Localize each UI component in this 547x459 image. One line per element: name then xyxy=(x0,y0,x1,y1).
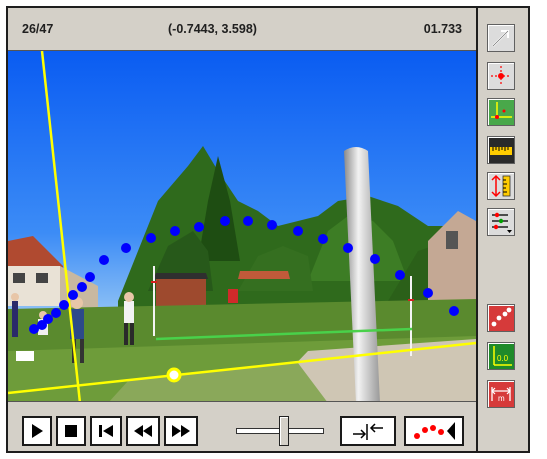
zero-point-tool-button[interactable]: 0.0 xyxy=(487,342,515,370)
list-options-icon xyxy=(492,212,512,233)
frame-counter: 26/47 xyxy=(22,22,54,36)
trajectory-point[interactable] xyxy=(423,288,433,298)
coordinate-axes-tool-button[interactable] xyxy=(487,98,515,126)
distance-icon: m xyxy=(491,387,511,403)
playback-controls xyxy=(8,402,476,451)
trajectory-tool-button[interactable] xyxy=(487,304,515,332)
play-button[interactable] xyxy=(22,416,52,446)
trajectory-point[interactable] xyxy=(77,282,87,292)
rewind-button[interactable] xyxy=(126,416,160,446)
trajectory-point[interactable] xyxy=(68,290,78,300)
ruler-tool-button[interactable] xyxy=(487,136,515,164)
scale-length-tool-button[interactable] xyxy=(487,172,515,200)
distance-tool-button[interactable]: m xyxy=(487,380,515,408)
trajectory-point[interactable] xyxy=(449,306,459,316)
trajectory-point[interactable] xyxy=(194,222,204,232)
trajectory-point[interactable] xyxy=(267,220,277,230)
stop-button[interactable] xyxy=(56,416,86,446)
trajectory-point[interactable] xyxy=(99,255,109,265)
trajectory-point[interactable] xyxy=(146,233,156,243)
list-options-tool-button[interactable] xyxy=(487,208,515,236)
trajectory-point[interactable] xyxy=(85,272,95,282)
trajectory-point[interactable] xyxy=(318,234,328,244)
fast-forward-icon xyxy=(172,425,190,437)
video-frame[interactable] xyxy=(8,50,476,402)
trajectory-point[interactable] xyxy=(121,243,131,253)
arrow-icon xyxy=(492,30,509,47)
coordinate-axes-icon xyxy=(491,102,512,119)
step-back-button[interactable] xyxy=(90,416,122,446)
track-marker-icon xyxy=(414,422,455,440)
ruler-icon xyxy=(490,147,512,155)
axis-origin xyxy=(166,367,182,383)
trajectory-point[interactable] xyxy=(343,243,353,253)
tool-sidebar: 0.0 m xyxy=(478,6,530,453)
step-back-icon xyxy=(99,425,113,437)
trajectory-point[interactable] xyxy=(395,270,405,280)
zero-point-icon: 0.0 xyxy=(493,346,512,366)
status-bar: 26/47 (-0.7443, 3.598) 01.733 xyxy=(8,8,476,50)
video-canvas[interactable] xyxy=(8,51,476,402)
trajectory-point[interactable] xyxy=(243,216,253,226)
trajectory-point[interactable] xyxy=(370,254,380,264)
distance-unit-label: m xyxy=(498,394,505,403)
crosshair-tool-button[interactable] xyxy=(487,62,515,90)
play-icon xyxy=(32,424,43,438)
trajectory-point[interactable] xyxy=(220,216,230,226)
set-range-button[interactable] xyxy=(340,416,396,446)
time-readout: 01.733 xyxy=(423,22,462,36)
crosshair-icon xyxy=(491,66,511,86)
zero-label: 0.0 xyxy=(497,354,509,363)
set-range-icon xyxy=(353,423,383,440)
slider-thumb[interactable] xyxy=(279,416,289,446)
coordinate-readout: (-0.7443, 3.598) xyxy=(168,22,257,36)
trajectory-point[interactable] xyxy=(59,300,69,310)
trajectory-point[interactable] xyxy=(170,226,180,236)
track-marker-button[interactable] xyxy=(404,416,464,446)
fast-forward-button[interactable] xyxy=(164,416,198,446)
trajectory-point[interactable] xyxy=(51,308,61,318)
arrow-tool-button[interactable] xyxy=(487,24,515,52)
rewind-icon xyxy=(134,425,152,437)
video-analysis-frame: 26/47 (-0.7443, 3.598) 01.733 xyxy=(6,6,478,453)
trajectory-point[interactable] xyxy=(43,314,53,324)
scale-length-icon xyxy=(491,174,511,198)
net-post xyxy=(153,266,155,336)
trajectory-point[interactable] xyxy=(293,226,303,236)
stop-icon xyxy=(65,425,77,437)
frame-slider[interactable] xyxy=(234,416,326,446)
trajectory-icon xyxy=(491,307,512,327)
